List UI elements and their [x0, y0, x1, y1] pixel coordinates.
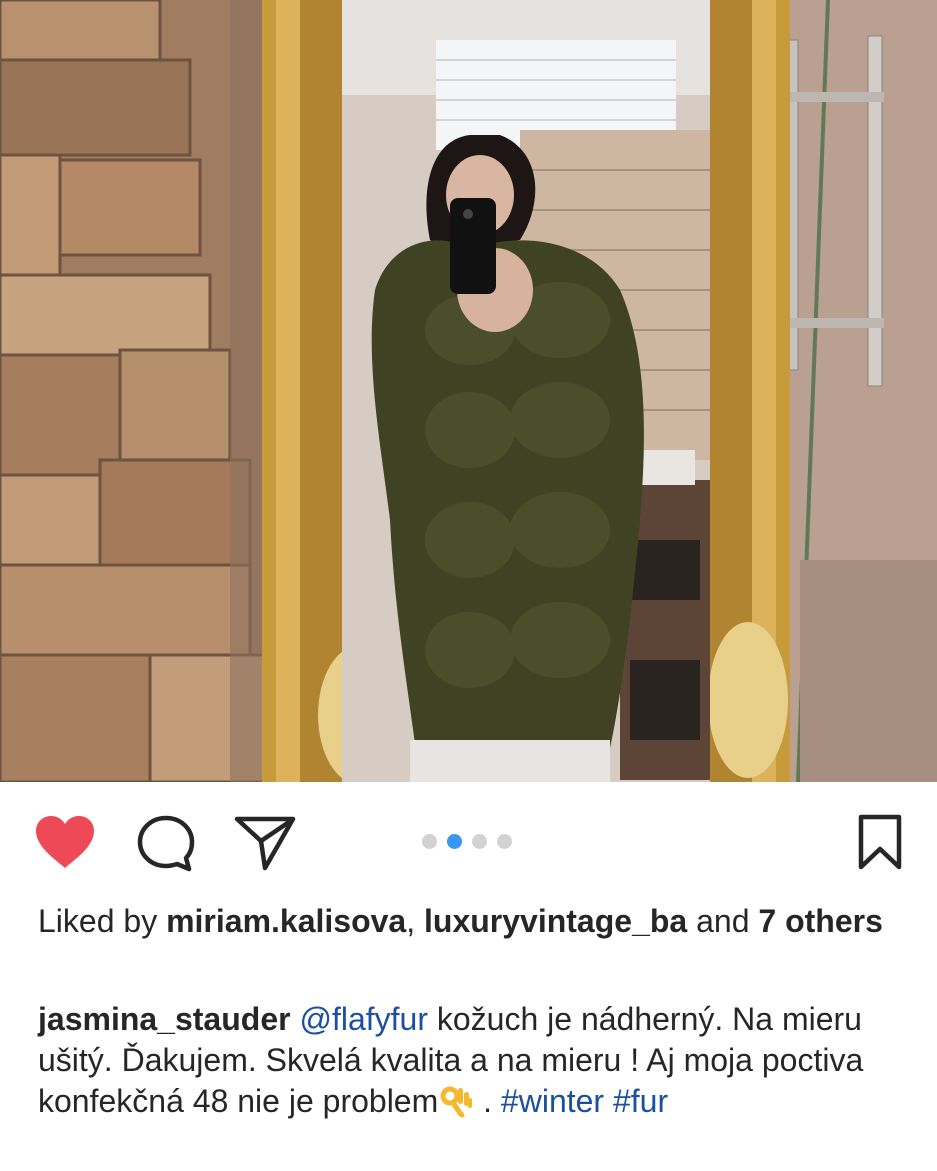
like-icon[interactable] [34, 814, 96, 870]
comment-icon[interactable] [136, 814, 196, 872]
liked-by-prefix: Liked by [38, 903, 167, 939]
caption-after-emoji: . [474, 1083, 501, 1119]
hashtag-fur[interactable]: #fur [613, 1083, 668, 1119]
liker-username-2[interactable]: luxuryvintage_ba [424, 903, 687, 939]
post-photo[interactable] [0, 0, 937, 782]
liked-by-others[interactable]: 7 others [758, 903, 882, 939]
post-caption: jasmina_stauder @flafyfur kožuch je nádh… [38, 999, 918, 1122]
liked-by-separator: , [406, 903, 424, 939]
ok-hand-emoji-icon [438, 1084, 474, 1120]
caption-author[interactable]: jasmina_stauder [38, 1001, 291, 1037]
carousel-dot [497, 833, 512, 849]
liker-username-1[interactable]: miriam.kalisova [166, 903, 406, 939]
carousel-indicator [422, 833, 512, 849]
liked-by-and: and [687, 903, 759, 939]
carousel-dot [422, 833, 437, 849]
bookmark-icon[interactable] [856, 814, 904, 870]
carousel-dot [472, 833, 487, 849]
liked-by-text[interactable]: Liked by miriam.kalisova, luxuryvintage_… [38, 901, 908, 941]
carousel-dot-active [447, 833, 462, 849]
caption-mention[interactable]: @flafyfur [299, 1001, 428, 1037]
share-icon[interactable] [234, 815, 296, 871]
hashtag-winter[interactable]: #winter [501, 1083, 604, 1119]
